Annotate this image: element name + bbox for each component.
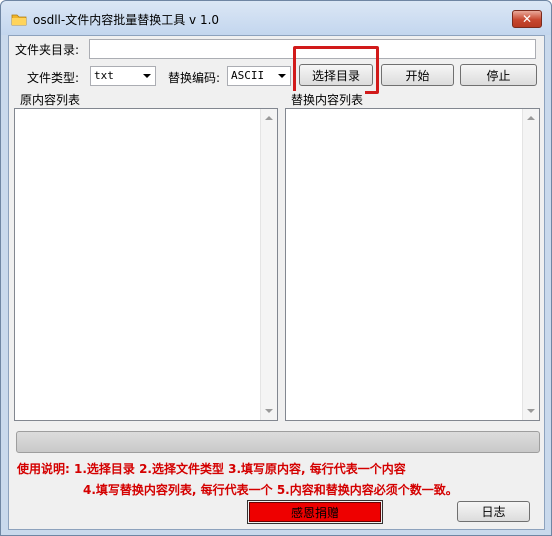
instructions-line-2: 4.填写替换内容列表, 每行代表一个 5.内容和替换内容必须个数一致。 — [83, 483, 458, 497]
main-panel: 文件夹目录: 文件类型: txt 替换编码: ASCII 选择目录 开始 停止 … — [8, 35, 545, 530]
close-button[interactable]: ✕ — [512, 10, 542, 28]
window-title: osdll-文件内容批量替换工具 v 1.0 — [33, 13, 220, 27]
start-button[interactable]: 开始 — [381, 64, 454, 86]
app-window: osdll-文件内容批量替换工具 v 1.0 ✕ 文件夹目录: 文件类型: tx… — [0, 0, 552, 536]
file-type-value: txt — [94, 69, 114, 82]
scroll-down-icon[interactable] — [527, 409, 535, 413]
scroll-down-icon[interactable] — [265, 409, 273, 413]
original-content-list[interactable] — [14, 108, 278, 421]
encoding-select[interactable]: ASCII — [227, 66, 291, 86]
replace-content-list[interactable] — [285, 108, 540, 421]
encoding-value: ASCII — [231, 69, 265, 82]
file-type-select[interactable]: txt — [90, 66, 156, 86]
scroll-up-icon[interactable] — [527, 116, 535, 120]
file-type-label: 文件类型: — [27, 71, 80, 85]
chevron-down-icon — [143, 74, 151, 78]
replace-list-scrollbar[interactable] — [522, 109, 539, 420]
scroll-up-icon[interactable] — [265, 116, 273, 120]
stop-button[interactable]: 停止 — [460, 64, 537, 86]
progress-bar — [16, 431, 540, 453]
instructions-line-1: 使用说明: 1.选择目录 2.选择文件类型 3.填写原内容, 每行代表一个内容 — [17, 462, 406, 476]
encoding-label: 替换编码: — [168, 71, 221, 85]
folder-label: 文件夹目录: — [15, 43, 80, 57]
original-list-scrollbar[interactable] — [260, 109, 277, 420]
annotation-highlight-box — [293, 46, 379, 94]
donate-button[interactable]: 感恩捐赠 — [247, 500, 383, 524]
close-icon: ✕ — [521, 12, 533, 26]
original-list-label: 原内容列表 — [18, 91, 83, 108]
replace-list-label: 替换内容列表 — [289, 91, 366, 108]
title-bar[interactable]: osdll-文件内容批量替换工具 v 1.0 ✕ — [1, 1, 551, 35]
log-button[interactable]: 日志 — [457, 501, 530, 522]
chevron-down-icon — [278, 74, 286, 78]
folder-icon — [11, 14, 27, 26]
